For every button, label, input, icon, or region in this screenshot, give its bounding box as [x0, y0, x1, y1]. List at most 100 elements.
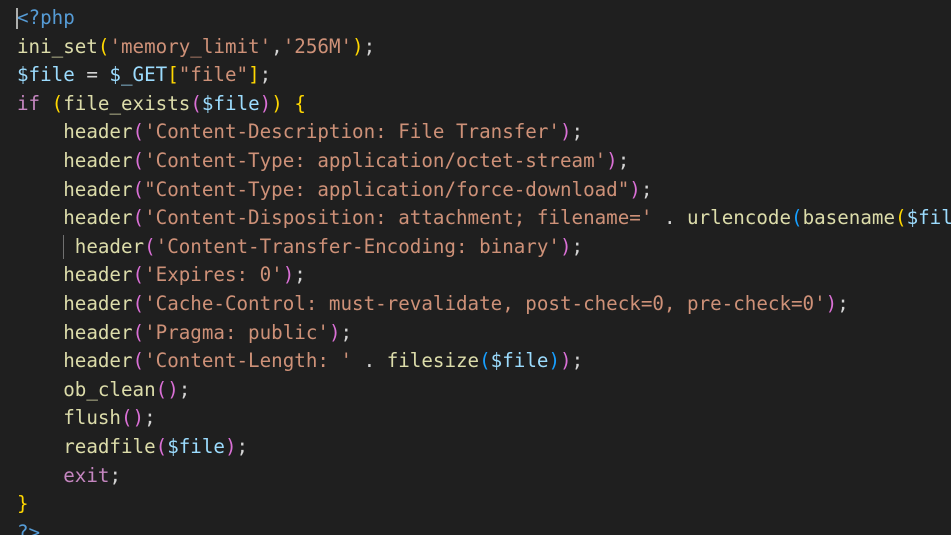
- code-token: $_GET: [109, 63, 168, 87]
- code-token: ): [548, 349, 560, 373]
- code-token: if: [17, 91, 41, 115]
- code-token: .: [352, 349, 387, 373]
- code-token: 'Content-Length: ': [144, 349, 353, 373]
- code-token: header: [63, 177, 133, 201]
- code-token: file_exists: [63, 91, 191, 115]
- code-token: (: [51, 91, 64, 115]
- code-token: ;: [294, 263, 306, 287]
- code-token: 'Content-Disposition: attachment; filena…: [144, 206, 653, 230]
- code-token: [: [167, 63, 179, 87]
- code-token: ): [167, 377, 179, 401]
- indent-guide: [63, 234, 64, 259]
- code-token: exit: [63, 463, 110, 487]
- code-token: $file: [490, 349, 549, 373]
- code-token: filesize: [386, 349, 480, 373]
- code-token: ]: [248, 63, 260, 87]
- code-area[interactable]: <?php ini_set('memory_limit','256M'); $fil…: [16, 4, 951, 535]
- code-token: ): [606, 148, 618, 172]
- code-token: (: [155, 434, 168, 458]
- line-ob-clean[interactable]: ob_clean();: [17, 376, 951, 405]
- line-close-brace[interactable]: }: [17, 490, 951, 519]
- line-flush[interactable]: flush();: [17, 404, 951, 433]
- code-token: header: [63, 349, 133, 373]
- code-token: (: [155, 377, 168, 401]
- code-token: (: [97, 34, 110, 58]
- code-token: ;: [571, 234, 584, 258]
- code-token: ): [282, 263, 295, 287]
- code-token: basename: [802, 206, 895, 230]
- code-token: "file": [178, 63, 249, 87]
- code-token: header: [63, 120, 133, 144]
- code-token: ;: [617, 148, 630, 172]
- code-token: 'Content-Transfer-Encoding: binary': [155, 234, 560, 258]
- code-token: ): [629, 177, 641, 201]
- line-header-octet-stream[interactable]: header('Content-Type: application/octet-…: [17, 147, 951, 176]
- line-exit[interactable]: exit;: [17, 462, 951, 491]
- code-token: ): [559, 234, 572, 258]
- code-token: ob_clean: [63, 377, 156, 401]
- code-token: header: [74, 234, 145, 258]
- line-header-expires[interactable]: header('Expires: 0');: [17, 261, 951, 290]
- line-readfile[interactable]: readfile($file);: [17, 433, 951, 462]
- code-token: $file: [167, 434, 225, 458]
- code-token: 'Content-Type: application/octet-stream': [144, 148, 607, 172]
- line-php-open[interactable]: <?php: [16, 4, 951, 33]
- code-token: (: [132, 120, 145, 144]
- code-token: ;: [144, 406, 156, 430]
- code-token: (: [479, 349, 491, 373]
- code-token: header: [63, 206, 133, 230]
- code-token: ;: [363, 34, 376, 58]
- line-header-cache-control[interactable]: header('Cache-Control: must-revalidate, …: [17, 290, 951, 319]
- code-token: ;: [571, 349, 584, 373]
- line-php-close[interactable]: ?>: [17, 519, 951, 535]
- code-token: ;: [109, 463, 121, 487]
- line-header-pragma[interactable]: header('Pragma: public');: [17, 319, 951, 348]
- code-token: (: [132, 320, 145, 344]
- code-token: ): [259, 91, 272, 115]
- code-token: ): [825, 291, 838, 315]
- code-token: .: [652, 206, 688, 230]
- code-token: }: [17, 492, 29, 516]
- code-token: (: [895, 206, 907, 230]
- code-token: ): [560, 349, 572, 373]
- line-header-transfer-encoding[interactable]: header('Content-Transfer-Encoding: binar…: [17, 233, 951, 262]
- code-token: header: [63, 291, 133, 315]
- code-token: ): [224, 434, 237, 458]
- line-header-content-length[interactable]: header('Content-Length: ' . filesize($fi…: [17, 347, 951, 376]
- code-token: ): [328, 320, 341, 344]
- code-editor[interactable]: <?php ini_set('memory_limit','256M'); $fil…: [0, 0, 951, 535]
- code-token: (: [132, 291, 145, 315]
- code-token: header: [63, 148, 133, 172]
- code-token: urlencode: [687, 206, 792, 230]
- code-token: ): [132, 406, 145, 430]
- line-if-file-exists[interactable]: if (file_exists($file)) {: [17, 90, 951, 119]
- line-header-disposition[interactable]: header('Content-Disposition: attachment;…: [17, 204, 951, 233]
- line-header-description[interactable]: header('Content-Description: File Transf…: [17, 118, 951, 147]
- code-token: (: [132, 177, 145, 201]
- code-token: ): [352, 34, 364, 58]
- code-token: ;: [259, 63, 272, 87]
- code-token: flush: [63, 406, 121, 430]
- code-token: ): [559, 120, 572, 144]
- code-token: ;: [236, 434, 249, 458]
- code-token: (: [132, 148, 145, 172]
- line-header-force-download[interactable]: header("Content-Type: application/force-…: [17, 176, 951, 205]
- code-token: =: [74, 63, 110, 87]
- code-token: (: [132, 206, 145, 230]
- code-token: '256M': [282, 34, 353, 58]
- code-token: 'memory_limit': [109, 34, 272, 58]
- code-token: ;: [837, 291, 849, 315]
- code-token: (: [190, 91, 202, 115]
- code-token: ;: [640, 177, 653, 201]
- line-ini-set[interactable]: ini_set('memory_limit','256M');: [17, 33, 951, 62]
- code-token: (: [144, 234, 156, 258]
- line-file-assign[interactable]: $file = $_GET["file"];: [17, 61, 951, 90]
